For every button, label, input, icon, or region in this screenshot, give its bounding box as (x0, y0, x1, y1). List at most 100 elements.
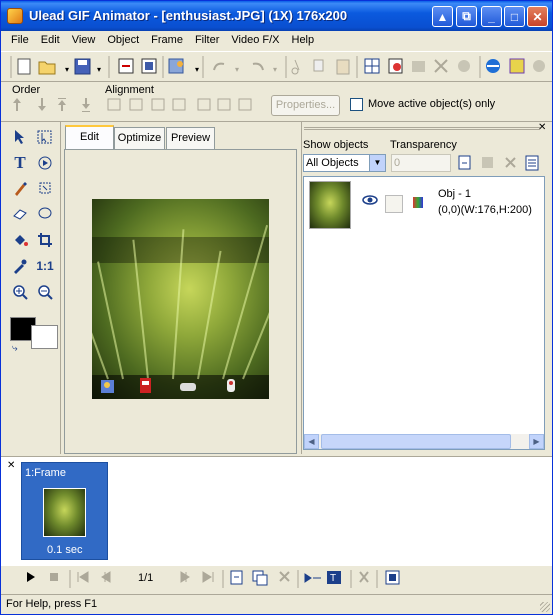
eraser-tool-icon[interactable] (9, 202, 31, 224)
move-active-label: Move active object(s) only (368, 98, 496, 110)
dock-app-icon-3 (180, 383, 196, 391)
add-frame-button-icon[interactable] (230, 570, 243, 585)
send-backward-icon (38, 98, 46, 111)
save-icon[interactable] (74, 58, 91, 75)
align-center-icon (129, 98, 143, 111)
show-objects-select[interactable]: All Objects ▼ (303, 154, 386, 172)
object-geometry: (0,0)(W:176,H:200) (438, 204, 532, 216)
swap-colors-icon[interactable]: ⤷ (12, 343, 18, 354)
zoom-out-tool-icon[interactable] (34, 281, 56, 303)
panel-close-icon[interactable]: ✕ (538, 122, 546, 133)
magic-wand-tool-icon[interactable] (34, 152, 56, 174)
align-top-icon (172, 98, 186, 111)
export-icon[interactable] (141, 58, 157, 74)
object-name: Obj - 1 (438, 188, 472, 200)
panel-grip[interactable] (304, 127, 540, 130)
transparency-spinner: 0 (391, 154, 451, 172)
gray-tool-icon-3 (458, 60, 470, 72)
frame-panel-close-icon[interactable]: ✕ (7, 460, 15, 471)
view-tabs: Edit Optimize Preview (65, 125, 297, 149)
tween-icon[interactable] (304, 573, 321, 583)
menu-filter[interactable]: Filter (189, 31, 225, 50)
frame-properties-button-icon[interactable] (385, 570, 400, 585)
toolbar-icons: ▾ ▾ ▾ ▾ ▾ (10, 56, 545, 78)
dock-app-icon-4 (227, 379, 235, 392)
svg-text:▾: ▾ (97, 65, 101, 74)
scroll-left-icon[interactable]: ◀ (304, 434, 319, 449)
object-select-tool-icon[interactable] (34, 126, 56, 148)
lasso-select-tool-icon[interactable] (34, 177, 56, 199)
playback-controls: T (27, 570, 400, 588)
tab-optimize[interactable]: Optimize (114, 127, 165, 149)
crop-tool-icon[interactable] (34, 229, 56, 251)
menu-edit[interactable]: Edit (35, 31, 66, 50)
object-properties-icon[interactable] (525, 155, 539, 171)
gray-tool-icon-2 (434, 59, 448, 73)
alignment-label: Alignment (105, 84, 154, 96)
svg-text:T: T (330, 573, 336, 584)
menu-object[interactable]: Object (101, 31, 145, 50)
zoom-in-tool-icon[interactable] (9, 281, 31, 303)
menu-help[interactable]: Help (286, 31, 321, 50)
play-icon[interactable] (27, 572, 35, 582)
paintbrush-tool-icon[interactable] (9, 177, 31, 199)
send-to-back-icon (82, 98, 90, 112)
object-list-scrollbar[interactable]: ◀ ▶ (304, 434, 544, 449)
text-tool-icon[interactable]: T (9, 152, 31, 174)
order-align-icons (13, 98, 252, 112)
open-icon[interactable] (38, 61, 56, 75)
svg-text:▾: ▾ (273, 65, 277, 74)
lock-toggle[interactable] (385, 195, 403, 213)
delete-frame-icon (279, 571, 290, 582)
background-color-swatch[interactable] (31, 325, 58, 349)
app-window: Ulead GIF Animator - [enthusiast.JPG] (1… (0, 0, 553, 615)
title-bar[interactable]: Ulead GIF Animator - [enthusiast.JPG] (1… (1, 1, 552, 31)
app-icon (7, 8, 23, 24)
actual-size-tool-icon[interactable]: 1:1 (34, 255, 56, 277)
new-icon[interactable] (17, 58, 31, 75)
bring-to-front-icon (58, 98, 66, 111)
align-bottom-icon (217, 98, 231, 111)
transparency-label: Transparency (390, 139, 457, 151)
browser-preview-icon[interactable] (486, 59, 500, 73)
eye-visibility-icon[interactable] (361, 193, 381, 213)
frame-properties-icon[interactable] (364, 58, 380, 74)
object-thumbnail[interactable] (309, 181, 351, 229)
show-objects-label: Show objects (303, 139, 369, 151)
menu-file[interactable]: File (5, 31, 35, 50)
transparency-value: 0 (394, 157, 401, 169)
properties-button[interactable]: Properties... (271, 95, 340, 116)
gray-tool-icon-4 (533, 60, 545, 72)
tab-edit[interactable]: Edit (65, 125, 114, 149)
image-canvas[interactable] (92, 199, 269, 399)
color-mode-icon (413, 197, 423, 208)
gray-tool-icon-1 (412, 61, 425, 72)
chevron-down-icon: ▼ (369, 155, 385, 171)
menu-frame[interactable]: Frame (145, 31, 189, 50)
ellipse-select-tool-icon[interactable] (34, 202, 56, 224)
paint-bucket-tool-icon[interactable] (9, 229, 31, 251)
duplicate-frame-icon[interactable] (252, 570, 268, 586)
new-object-icon[interactable] (458, 155, 471, 170)
move-active-checkbox[interactable] (350, 98, 363, 111)
scroll-thumb[interactable] (321, 434, 511, 449)
eyedropper-tool-icon[interactable] (9, 255, 31, 277)
reverse-frame-icon (359, 571, 369, 583)
tab-preview[interactable]: Preview (166, 127, 215, 149)
wizard-icon[interactable] (168, 58, 184, 74)
previous-frame-icon (101, 571, 111, 583)
scroll-right-icon[interactable]: ▶ (529, 434, 544, 449)
menu-view[interactable]: View (66, 31, 102, 50)
minimize-button[interactable]: _ (481, 6, 502, 27)
maximize-button[interactable]: □ (504, 6, 525, 27)
add-frame-icon[interactable] (388, 58, 403, 74)
pick-tool-icon[interactable] (9, 126, 31, 148)
resize-grip[interactable] (540, 602, 550, 612)
restore-layout-button[interactable]: ⧉ (456, 6, 477, 27)
banner-text-icon[interactable]: T (327, 571, 341, 584)
optimize-icon[interactable] (509, 58, 525, 74)
menu-video-fx[interactable]: Video F/X (225, 31, 285, 50)
close-button[interactable]: ✕ (527, 6, 548, 27)
import-icon[interactable] (118, 58, 134, 74)
minimize-to-tray-button[interactable]: ▲ (432, 6, 453, 27)
